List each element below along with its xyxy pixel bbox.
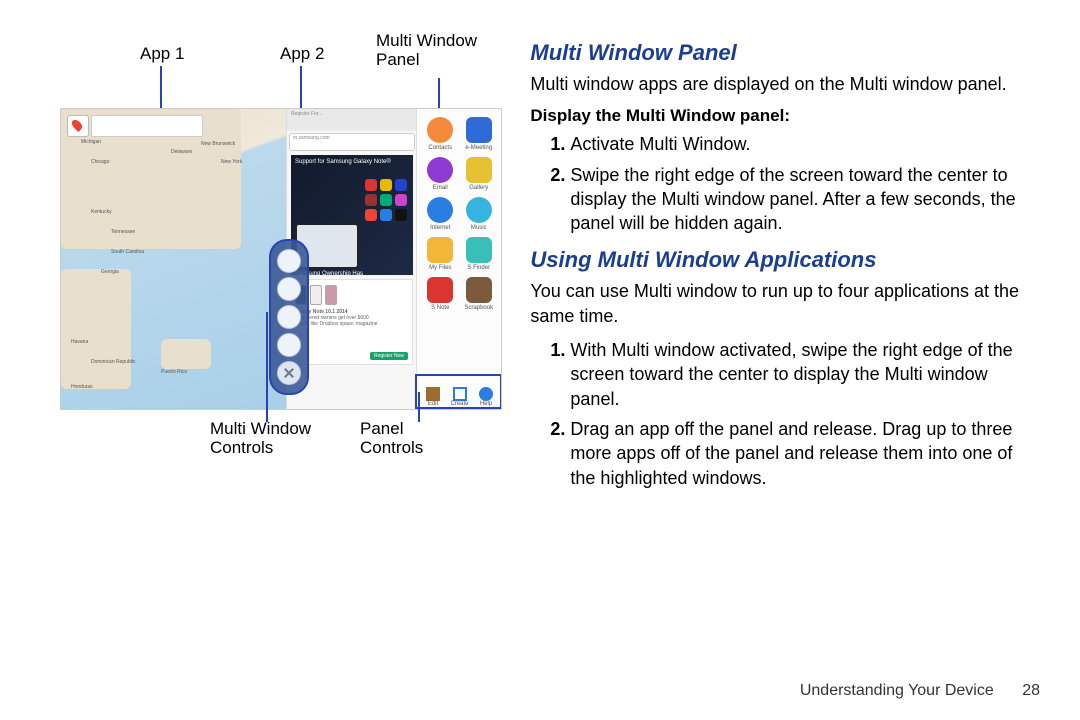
drag-content-icon xyxy=(277,277,301,301)
list-item: Drag an app off the panel and release. D… xyxy=(570,417,1040,490)
myfiles-icon xyxy=(427,237,453,263)
section-heading: Multi Window Panel xyxy=(530,40,1040,66)
panel-app-label: Music xyxy=(462,225,497,231)
page-number: 28 xyxy=(1022,682,1040,700)
contacts-icon xyxy=(427,117,453,143)
browser-url: m.samsung.com xyxy=(289,133,415,151)
callout-app1: App 1 xyxy=(140,44,184,64)
emeeting-icon xyxy=(466,117,492,143)
gallery-icon xyxy=(466,157,492,183)
panel-app-label: S Note xyxy=(423,305,458,311)
maximize-icon xyxy=(277,305,301,329)
switch-windows-icon xyxy=(277,249,301,273)
browser-hero-icons xyxy=(365,179,407,221)
diagram-column: App 1 App 2 Multi Window Panel Chicago M… xyxy=(40,40,510,700)
page-footer: Understanding Your Device 28 xyxy=(800,682,1040,700)
browser-tab: Register For... xyxy=(287,109,417,131)
panel-app-label: Contacts xyxy=(423,145,458,151)
map-search-bar xyxy=(91,115,203,137)
panel-app-label: Scrapbook xyxy=(462,305,497,311)
map-marker-icon xyxy=(67,115,89,137)
leader-line xyxy=(418,392,420,422)
app1-map: Chicago Michigan Tennessee Kentucky Sout… xyxy=(61,109,286,409)
list-item: With Multi window activated, swipe the r… xyxy=(570,338,1040,411)
body-paragraph: Multi window apps are displayed on the M… xyxy=(530,72,1040,96)
internet-icon xyxy=(427,197,453,223)
panel-app-label: My Files xyxy=(423,265,458,271)
subsection-heading: Display the Multi Window panel: xyxy=(530,106,1040,126)
panel-controls-highlight xyxy=(415,374,502,409)
snote-icon xyxy=(427,277,453,303)
tablet-screenshot: Chicago Michigan Tennessee Kentucky Sout… xyxy=(60,108,502,410)
footer-section-title: Understanding Your Device xyxy=(800,682,994,699)
email-icon xyxy=(427,157,453,183)
close-icon xyxy=(277,361,301,385)
callout-app2: App 2 xyxy=(280,44,324,64)
callout-panel-controls: Panel Controls xyxy=(360,420,460,457)
instruction-list: Activate Multi Window. Swipe the right e… xyxy=(530,132,1040,235)
text-column: Multi Window Panel Multi window apps are… xyxy=(510,40,1040,700)
store-register-button: Register Now xyxy=(370,352,408,360)
callout-multi-window-controls: Multi Window Controls xyxy=(210,420,330,457)
sfinder-icon xyxy=(466,237,492,263)
panel-app-label: Gallery xyxy=(462,185,497,191)
list-item: Swipe the right edge of the screen towar… xyxy=(570,163,1040,236)
list-item: Activate Multi Window. xyxy=(570,132,1040,156)
browser-hero-title: Support for Samsung Galaxy Note® xyxy=(295,159,391,165)
panel-app-label: Email xyxy=(423,185,458,191)
layout-icon xyxy=(277,333,301,357)
music-icon xyxy=(466,197,492,223)
body-paragraph: You can use Multi window to run up to fo… xyxy=(530,279,1040,328)
panel-app-label: Internet xyxy=(423,225,458,231)
panel-app-label: S Finder xyxy=(462,265,497,271)
callout-multi-window-panel: Multi Window Panel xyxy=(376,32,486,69)
multi-window-controls xyxy=(269,239,309,395)
multi-window-panel: Contacts e-Meeting Email Gallery Interne… xyxy=(416,109,502,409)
section-heading: Using Multi Window Applications xyxy=(530,247,1040,273)
instruction-list: With Multi window activated, swipe the r… xyxy=(530,338,1040,490)
scrapbook-icon xyxy=(466,277,492,303)
leader-line xyxy=(266,312,268,422)
panel-app-label: e-Meeting xyxy=(462,145,497,151)
